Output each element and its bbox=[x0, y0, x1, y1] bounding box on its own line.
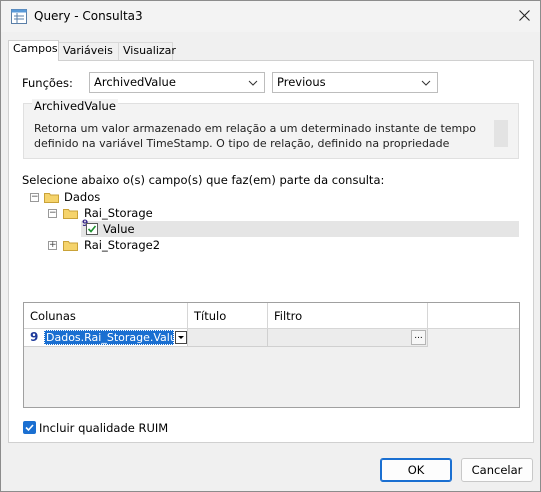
include-bad-quality-checkbox[interactable] bbox=[23, 421, 36, 434]
grid-cell-value[interactable]: Dados.Rai_Storage.Value bbox=[44, 330, 174, 345]
folder-icon bbox=[44, 193, 59, 203]
subtype-select-value: Previous bbox=[277, 75, 326, 89]
ok-button[interactable]: OK bbox=[380, 458, 452, 482]
checked-field-icon bbox=[86, 223, 98, 235]
description-group-title: ArchivedValue bbox=[32, 99, 118, 113]
expand-icon[interactable]: + bbox=[48, 241, 57, 250]
grid-cell-colunas[interactable]: 9 Dados.Rai_Storage.Value bbox=[24, 329, 188, 347]
tree-label: Selecione abaixo o(s) campo(s) que faz(e… bbox=[22, 173, 385, 187]
chevron-down-icon bbox=[248, 80, 258, 86]
folder-icon bbox=[63, 241, 78, 251]
column-header-colunas[interactable]: Colunas bbox=[24, 303, 188, 329]
tree-node-rai-storage2[interactable]: Rai_Storage2 bbox=[84, 237, 160, 253]
grid-header-filler bbox=[428, 303, 519, 329]
collapse-icon[interactable]: − bbox=[48, 209, 57, 218]
field-tree: − Dados − Rai_Storage 9 Value + Rai_Stor… bbox=[23, 189, 519, 299]
title-bar: Query - Consulta3 bbox=[1, 1, 540, 32]
columns-grid: Colunas Título Filtro 9 Dados.Rai_Storag… bbox=[23, 302, 520, 408]
description-text: Retorna um valor armazenado em relação a… bbox=[34, 122, 476, 150]
filter-ellipsis-button[interactable]: ... bbox=[411, 330, 426, 345]
tree-node-value[interactable]: Value bbox=[103, 221, 135, 237]
tab-visualizar[interactable]: Visualizar bbox=[118, 42, 176, 60]
column-header-titulo[interactable]: Título bbox=[188, 303, 268, 329]
tab-campos[interactable]: Campos bbox=[8, 40, 59, 61]
grid-cell-filtro[interactable]: ... bbox=[268, 329, 428, 347]
function-select-value: ArchivedValue bbox=[94, 75, 176, 89]
query-icon bbox=[11, 9, 27, 24]
cell-dropdown-button[interactable] bbox=[175, 331, 187, 344]
grid-cell-titulo[interactable] bbox=[188, 329, 268, 347]
close-icon bbox=[518, 10, 530, 21]
cancel-button[interactable]: Cancelar bbox=[461, 458, 533, 482]
subtype-select[interactable]: Previous bbox=[272, 72, 438, 93]
description-scrollbar[interactable] bbox=[494, 120, 508, 147]
query-dialog: Query - Consulta3 Campos Variáveis Visua… bbox=[0, 0, 541, 492]
column-header-filtro[interactable]: Filtro bbox=[268, 303, 428, 329]
checkmark-icon bbox=[25, 424, 34, 432]
close-button[interactable] bbox=[512, 6, 536, 26]
dropdown-arrow-icon bbox=[178, 336, 184, 339]
chevron-down-icon bbox=[421, 80, 431, 86]
functions-label: Funções: bbox=[22, 76, 73, 90]
tree-node-dados[interactable]: Dados bbox=[64, 189, 100, 205]
tree-node-rai-storage[interactable]: Rai_Storage bbox=[84, 205, 153, 221]
field-type-badge: 9 bbox=[30, 330, 39, 344]
tab-variaveis[interactable]: Variáveis bbox=[58, 42, 119, 60]
collapse-icon[interactable]: − bbox=[30, 193, 39, 202]
include-bad-quality-label[interactable]: Incluir qualidade RUIM bbox=[39, 421, 168, 435]
folder-icon bbox=[63, 209, 78, 219]
function-select[interactable]: ArchivedValue bbox=[89, 72, 265, 93]
description-group: ArchivedValue Retorna um valor armazenad… bbox=[23, 99, 519, 159]
tree-selection-highlight bbox=[81, 221, 519, 237]
window-title: Query - Consulta3 bbox=[34, 9, 143, 23]
